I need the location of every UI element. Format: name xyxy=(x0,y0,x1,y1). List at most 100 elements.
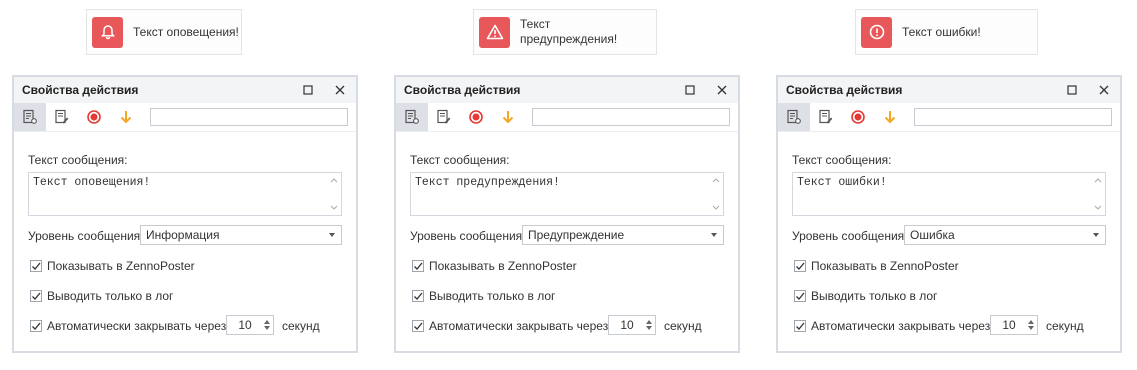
spinner-down-icon[interactable] xyxy=(264,326,270,330)
action-properties-panel-info: Свойства действия Текст сообщения: Текст… xyxy=(12,75,358,353)
error-icon xyxy=(861,16,892,48)
auto-close-checkbox[interactable] xyxy=(412,320,424,332)
log-only-checkbox[interactable] xyxy=(794,290,806,302)
spinner-up-icon[interactable] xyxy=(264,320,270,324)
spinner-down-icon[interactable] xyxy=(1028,326,1034,330)
message-text-value: Текст предупреждения! xyxy=(415,176,560,189)
maximize-button[interactable] xyxy=(682,82,698,98)
message-text-input[interactable]: Текст оповещения! xyxy=(28,172,342,216)
seconds-spinner[interactable]: 10 xyxy=(608,315,656,335)
record-button[interactable] xyxy=(460,103,492,131)
spinner-up-icon[interactable] xyxy=(1028,320,1034,324)
seconds-spinner[interactable]: 10 xyxy=(226,315,274,335)
warning-icon xyxy=(479,16,510,48)
toolbar-search-input[interactable] xyxy=(150,108,348,126)
panel-toolbar xyxy=(14,103,356,132)
edit-note-icon xyxy=(819,109,833,124)
auto-close-label: Автоматически закрывать через xyxy=(429,319,609,333)
arrow-down-icon xyxy=(884,111,896,124)
show-in-zennoposter-row[interactable]: Показывать в ZennoPoster xyxy=(794,259,959,273)
message-level-select[interactable]: Информация xyxy=(140,225,342,245)
record-button[interactable] xyxy=(842,103,874,131)
edit-note-icon xyxy=(55,109,69,124)
show-in-zennoposter-checkbox[interactable] xyxy=(412,260,424,272)
message-level-select[interactable]: Ошибка xyxy=(904,225,1106,245)
seconds-spinner[interactable]: 10 xyxy=(990,315,1038,335)
auto-close-label: Автоматически закрывать через xyxy=(47,319,227,333)
down-arrow-button[interactable] xyxy=(492,103,524,131)
seconds-value: 10 xyxy=(238,318,252,332)
panel-title: Свойства действия xyxy=(22,83,139,97)
record-icon xyxy=(851,110,865,124)
edit-note-button[interactable] xyxy=(428,103,460,131)
message-text-label: Текст сообщения: xyxy=(28,153,128,167)
record-button[interactable] xyxy=(78,103,110,131)
properties-settings-button[interactable] xyxy=(14,103,46,131)
spinner-down-icon[interactable] xyxy=(646,326,652,330)
maximize-button[interactable] xyxy=(300,82,316,98)
auto-close-checkbox[interactable] xyxy=(30,320,42,332)
properties-settings-icon xyxy=(405,109,419,124)
properties-settings-button[interactable] xyxy=(396,103,428,131)
textarea-scrollbar[interactable] xyxy=(709,173,723,215)
auto-close-row[interactable]: Автоматически закрывать через xyxy=(794,319,990,333)
close-button[interactable] xyxy=(332,82,348,98)
close-button[interactable] xyxy=(1096,82,1112,98)
panel-toolbar xyxy=(778,103,1120,132)
bell-icon xyxy=(92,16,123,48)
message-level-value: Предупреждение xyxy=(528,228,625,242)
chevron-down-icon xyxy=(1093,233,1099,237)
toast-text: Текст ошибки! xyxy=(902,24,981,39)
toast-error: Текст ошибки! xyxy=(855,9,1038,55)
toolbar-search-input[interactable] xyxy=(914,108,1112,126)
spinner-up-icon[interactable] xyxy=(646,320,652,324)
message-text-label: Текст сообщения: xyxy=(410,153,510,167)
down-arrow-button[interactable] xyxy=(874,103,906,131)
auto-close-row[interactable]: Автоматически закрывать через xyxy=(412,319,608,333)
seconds-label: секунд xyxy=(664,319,702,333)
show-in-zennoposter-label: Показывать в ZennoPoster xyxy=(47,259,195,273)
action-properties-panel-warning: Свойства действия Текст сообщения: Текст… xyxy=(394,75,740,353)
chevron-down-icon xyxy=(329,233,335,237)
seconds-label: секунд xyxy=(1046,319,1084,333)
message-text-input[interactable]: Текст ошибки! xyxy=(792,172,1106,216)
close-button[interactable] xyxy=(714,82,730,98)
message-text-value: Текст оповещения! xyxy=(33,176,151,189)
show-in-zennoposter-checkbox[interactable] xyxy=(30,260,42,272)
log-only-row[interactable]: Выводить только в лог xyxy=(794,289,937,303)
down-arrow-button[interactable] xyxy=(110,103,142,131)
message-text-label: Текст сообщения: xyxy=(792,153,892,167)
show-in-zennoposter-row[interactable]: Показывать в ZennoPoster xyxy=(30,259,195,273)
toast-warning: Текст предупреждения! xyxy=(473,9,657,55)
seconds-label: секунд xyxy=(282,319,320,333)
message-level-label: Уровень сообщения: xyxy=(792,229,908,243)
maximize-button[interactable] xyxy=(1064,82,1080,98)
show-in-zennoposter-checkbox[interactable] xyxy=(794,260,806,272)
auto-close-checkbox[interactable] xyxy=(794,320,806,332)
toast-text: Текст предупреждения! xyxy=(520,17,618,46)
message-text-input[interactable]: Текст предупреждения! xyxy=(410,172,724,216)
chevron-down-icon xyxy=(711,233,717,237)
log-only-row[interactable]: Выводить только в лог xyxy=(30,289,173,303)
message-level-select[interactable]: Предупреждение xyxy=(522,225,724,245)
properties-settings-button[interactable] xyxy=(778,103,810,131)
toast-text: Текст оповещения! xyxy=(133,24,239,39)
toast-info: Текст оповещения! xyxy=(86,9,242,55)
show-in-zennoposter-row[interactable]: Показывать в ZennoPoster xyxy=(412,259,577,273)
log-only-row[interactable]: Выводить только в лог xyxy=(412,289,555,303)
log-only-label: Выводить только в лог xyxy=(429,289,556,303)
log-only-checkbox[interactable] xyxy=(412,290,424,302)
panel-toolbar xyxy=(396,103,738,132)
textarea-scrollbar[interactable] xyxy=(1091,173,1105,215)
auto-close-row[interactable]: Автоматически закрывать через xyxy=(30,319,226,333)
edit-note-icon xyxy=(437,109,451,124)
message-level-value: Ошибка xyxy=(910,228,955,242)
edit-note-button[interactable] xyxy=(46,103,78,131)
seconds-value: 10 xyxy=(620,318,634,332)
edit-note-button[interactable] xyxy=(810,103,842,131)
textarea-scrollbar[interactable] xyxy=(327,173,341,215)
toolbar-search-input[interactable] xyxy=(532,108,730,126)
arrow-down-icon xyxy=(120,111,132,124)
log-only-checkbox[interactable] xyxy=(30,290,42,302)
panel-title: Свойства действия xyxy=(786,83,903,97)
